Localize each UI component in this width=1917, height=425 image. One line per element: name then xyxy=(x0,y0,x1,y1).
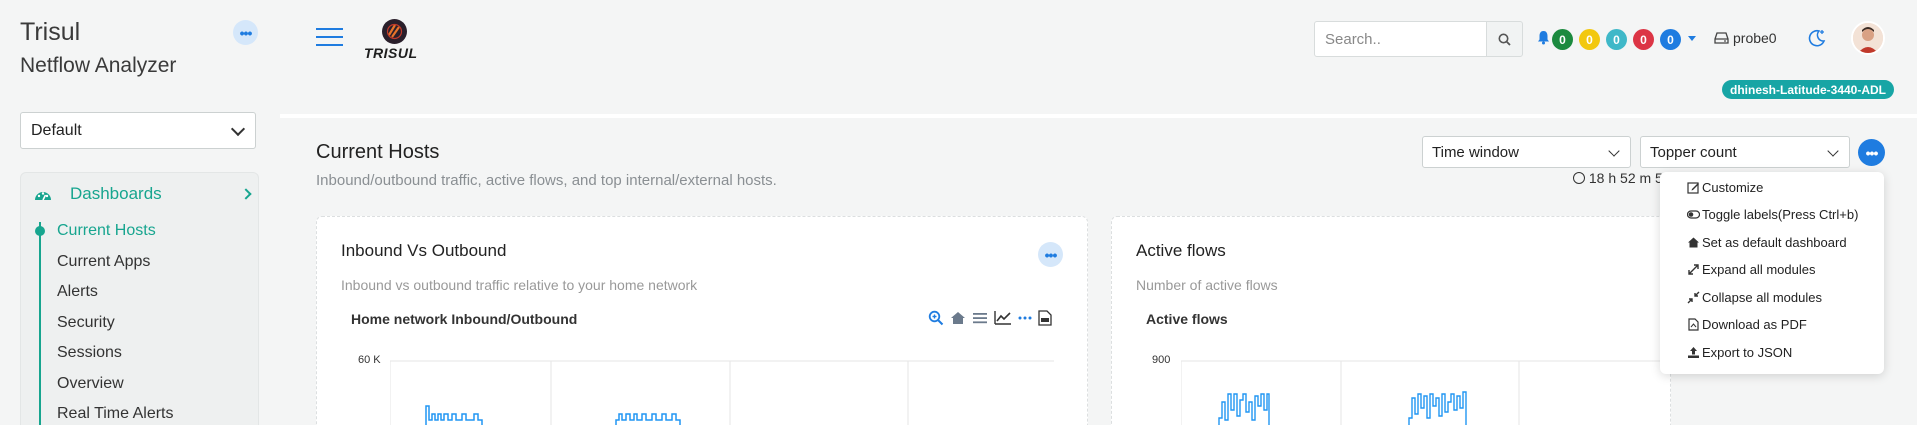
dashboard-gauge-icon xyxy=(35,192,51,201)
nav-tree-line xyxy=(39,222,41,425)
menu-item-expand-all[interactable]: Expand all modules xyxy=(1687,262,1815,277)
clock-icon xyxy=(1573,172,1585,184)
menu-item-export-json[interactable]: Export to JSON xyxy=(1687,345,1792,360)
sidebar-item-current-hosts[interactable]: Current Hosts xyxy=(57,222,156,240)
page-description: Inbound/outbound traffic, active flows, … xyxy=(316,172,777,189)
card-more-button[interactable]: ••• xyxy=(1038,242,1063,267)
sidebar-item-overview[interactable]: Overview xyxy=(57,375,124,393)
uptime-timer: 18 h 52 m 5 xyxy=(1573,170,1663,186)
badge-teal[interactable]: 0 xyxy=(1606,29,1627,50)
sidebar-item-security[interactable]: Security xyxy=(57,314,115,332)
edit-icon xyxy=(1687,182,1699,194)
probe-label: probe0 xyxy=(1733,30,1777,46)
context-select-value: Default xyxy=(31,122,82,139)
y-axis-tick: 900 xyxy=(1152,354,1171,366)
badge-yellow[interactable]: 0 xyxy=(1579,29,1600,50)
app-name: Trisul xyxy=(20,18,81,46)
sidebar-section-label: Dashboards xyxy=(70,184,162,203)
time-window-select[interactable]: Time window xyxy=(1422,136,1631,168)
card-title: Active flows xyxy=(1136,241,1226,260)
menu-item-label: Download as PDF xyxy=(1702,317,1807,332)
card-subtitle: Inbound vs outbound traffic relative to … xyxy=(341,277,698,293)
menu-item-download-pdf[interactable]: Download as PDF xyxy=(1687,317,1807,332)
nav-active-dot xyxy=(35,226,45,236)
badge-green[interactable]: 0 xyxy=(1552,29,1573,50)
menu-item-label: Expand all modules xyxy=(1702,262,1816,277)
timer-text: 18 h 52 m 5 xyxy=(1588,170,1663,186)
menu-item-customize[interactable]: Customize xyxy=(1687,180,1763,195)
hamburger-menu-icon[interactable] xyxy=(316,28,343,52)
theme-toggle-icon[interactable] xyxy=(1807,28,1827,53)
sidebar-item-current-apps[interactable]: Current Apps xyxy=(57,253,150,271)
topper-count-label: Topper count xyxy=(1650,144,1737,161)
sidebar-nav xyxy=(20,172,259,425)
badge-blue[interactable]: 0 xyxy=(1660,29,1681,50)
divider xyxy=(280,114,1917,118)
collapse-icon xyxy=(1687,291,1700,304)
hostname-badge: dhinesh-Latitude-3440-ADL xyxy=(1722,80,1895,99)
menu-item-collapse-all[interactable]: Collapse all modules xyxy=(1687,290,1822,305)
home-icon xyxy=(1688,237,1699,248)
chevron-down-icon xyxy=(1827,145,1839,157)
line-chart-icon[interactable] xyxy=(994,310,1012,326)
search-button[interactable] xyxy=(1486,21,1523,57)
time-window-label: Time window xyxy=(1432,144,1519,161)
menu-item-set-default[interactable]: Set as default dashboard xyxy=(1687,235,1847,250)
app-subtitle: Netflow Analyzer xyxy=(20,54,177,77)
chevron-down-icon xyxy=(1608,145,1620,157)
badge-red[interactable]: 0 xyxy=(1633,29,1654,50)
notification-bell-icon[interactable] xyxy=(1537,30,1550,50)
csv-file-icon[interactable] xyxy=(1038,310,1052,326)
expand-icon xyxy=(1688,264,1699,275)
pdf-icon xyxy=(1688,318,1699,331)
probe-selector[interactable]: probe0 xyxy=(1714,30,1777,46)
context-select[interactable]: Default xyxy=(20,112,256,149)
more-dots-icon[interactable] xyxy=(1018,310,1032,326)
caret-down-icon[interactable] xyxy=(1688,36,1696,41)
chevron-down-icon xyxy=(230,121,246,137)
chart-title: Active flows xyxy=(1146,311,1228,327)
menu-item-label: Toggle labels(Press Ctrl+b) xyxy=(1702,207,1859,222)
chart-toolbar xyxy=(928,310,1052,326)
sidebar-section-dashboards[interactable]: Dashboards xyxy=(34,184,162,204)
upload-icon xyxy=(1688,347,1699,358)
menu-icon[interactable] xyxy=(972,310,988,326)
home-icon[interactable] xyxy=(950,310,966,326)
inbound-outbound-chart xyxy=(390,360,1054,425)
dashboard-options-button[interactable]: ••• xyxy=(1858,139,1885,166)
trisul-logo-icon xyxy=(382,19,407,44)
search-icon xyxy=(1498,33,1511,46)
sidebar-more-button[interactable]: ••• xyxy=(233,20,258,45)
menu-item-label: Export to JSON xyxy=(1702,345,1793,360)
sidebar-item-real-time-alerts[interactable]: Real Time Alerts xyxy=(57,405,173,423)
topper-count-select[interactable]: Topper count xyxy=(1640,136,1850,168)
page-title: Current Hosts xyxy=(316,141,440,163)
toggle-icon xyxy=(1687,210,1700,219)
user-avatar[interactable] xyxy=(1851,21,1885,55)
menu-item-toggle-labels[interactable]: Toggle labels(Press Ctrl+b) xyxy=(1687,207,1858,222)
search-input[interactable]: Search.. xyxy=(1314,21,1488,57)
menu-item-label: Set as default dashboard xyxy=(1702,235,1847,250)
sidebar-item-alerts[interactable]: Alerts xyxy=(57,283,98,301)
y-axis-tick: 60 K xyxy=(358,354,381,366)
zoom-icon[interactable] xyxy=(928,310,944,326)
active-flows-chart xyxy=(1181,360,1661,425)
chart-title: Home network Inbound/Outbound xyxy=(351,311,578,327)
menu-item-label: Collapse all modules xyxy=(1702,290,1822,305)
logo-text[interactable]: TRISUL xyxy=(364,45,418,61)
card-subtitle: Number of active flows xyxy=(1136,277,1278,293)
sidebar-item-sessions[interactable]: Sessions xyxy=(57,344,122,362)
card-title: Inbound Vs Outbound xyxy=(341,241,507,260)
menu-item-label: Customize xyxy=(1702,180,1764,195)
hdd-icon xyxy=(1714,32,1729,44)
